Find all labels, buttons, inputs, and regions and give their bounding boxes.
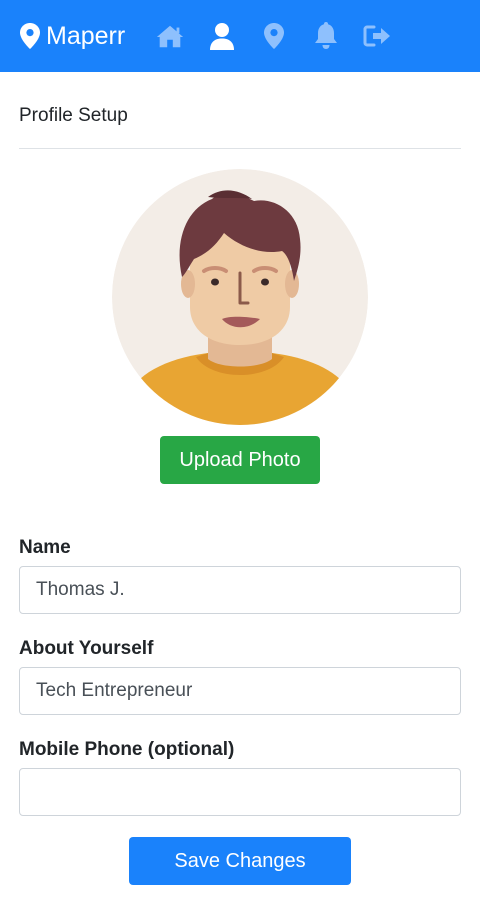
sign-out-icon[interactable]: [363, 21, 393, 51]
phone-label: Mobile Phone (optional): [19, 739, 235, 760]
save-wrapper: Save Changes: [19, 837, 461, 885]
bell-icon[interactable]: [311, 21, 341, 51]
name-field-group: Name: [19, 537, 461, 614]
title-divider: [19, 148, 461, 149]
about-label: About Yourself: [19, 638, 154, 659]
name-label: Name: [19, 537, 71, 558]
title-area: Profile Setup: [19, 72, 461, 148]
brand-name: Maperr: [46, 21, 126, 50]
phone-field-group: Mobile Phone (optional): [19, 739, 461, 816]
save-changes-button[interactable]: Save Changes: [129, 837, 351, 885]
map-marker-icon[interactable]: [259, 21, 289, 51]
upload-wrapper: Upload Photo: [19, 436, 461, 484]
main-content: Profile Setup Upload Photo Name Thomas J…: [0, 72, 480, 885]
page-title: Profile Setup: [19, 105, 128, 126]
avatar-wrapper: [19, 169, 461, 425]
top-navbar: Maperr: [0, 0, 480, 72]
phone-input[interactable]: [19, 768, 461, 816]
avatar: [112, 169, 368, 425]
about-field-group: About Yourself: [19, 638, 461, 715]
map-marker-logo-icon: [20, 23, 40, 49]
brand-link[interactable]: Maperr: [20, 22, 125, 51]
user-icon[interactable]: [207, 21, 237, 51]
upload-photo-button[interactable]: Upload Photo: [160, 436, 320, 484]
nav-icons: [155, 21, 415, 51]
name-input[interactable]: [19, 566, 461, 614]
about-input[interactable]: [19, 667, 461, 715]
home-icon[interactable]: [155, 21, 185, 51]
